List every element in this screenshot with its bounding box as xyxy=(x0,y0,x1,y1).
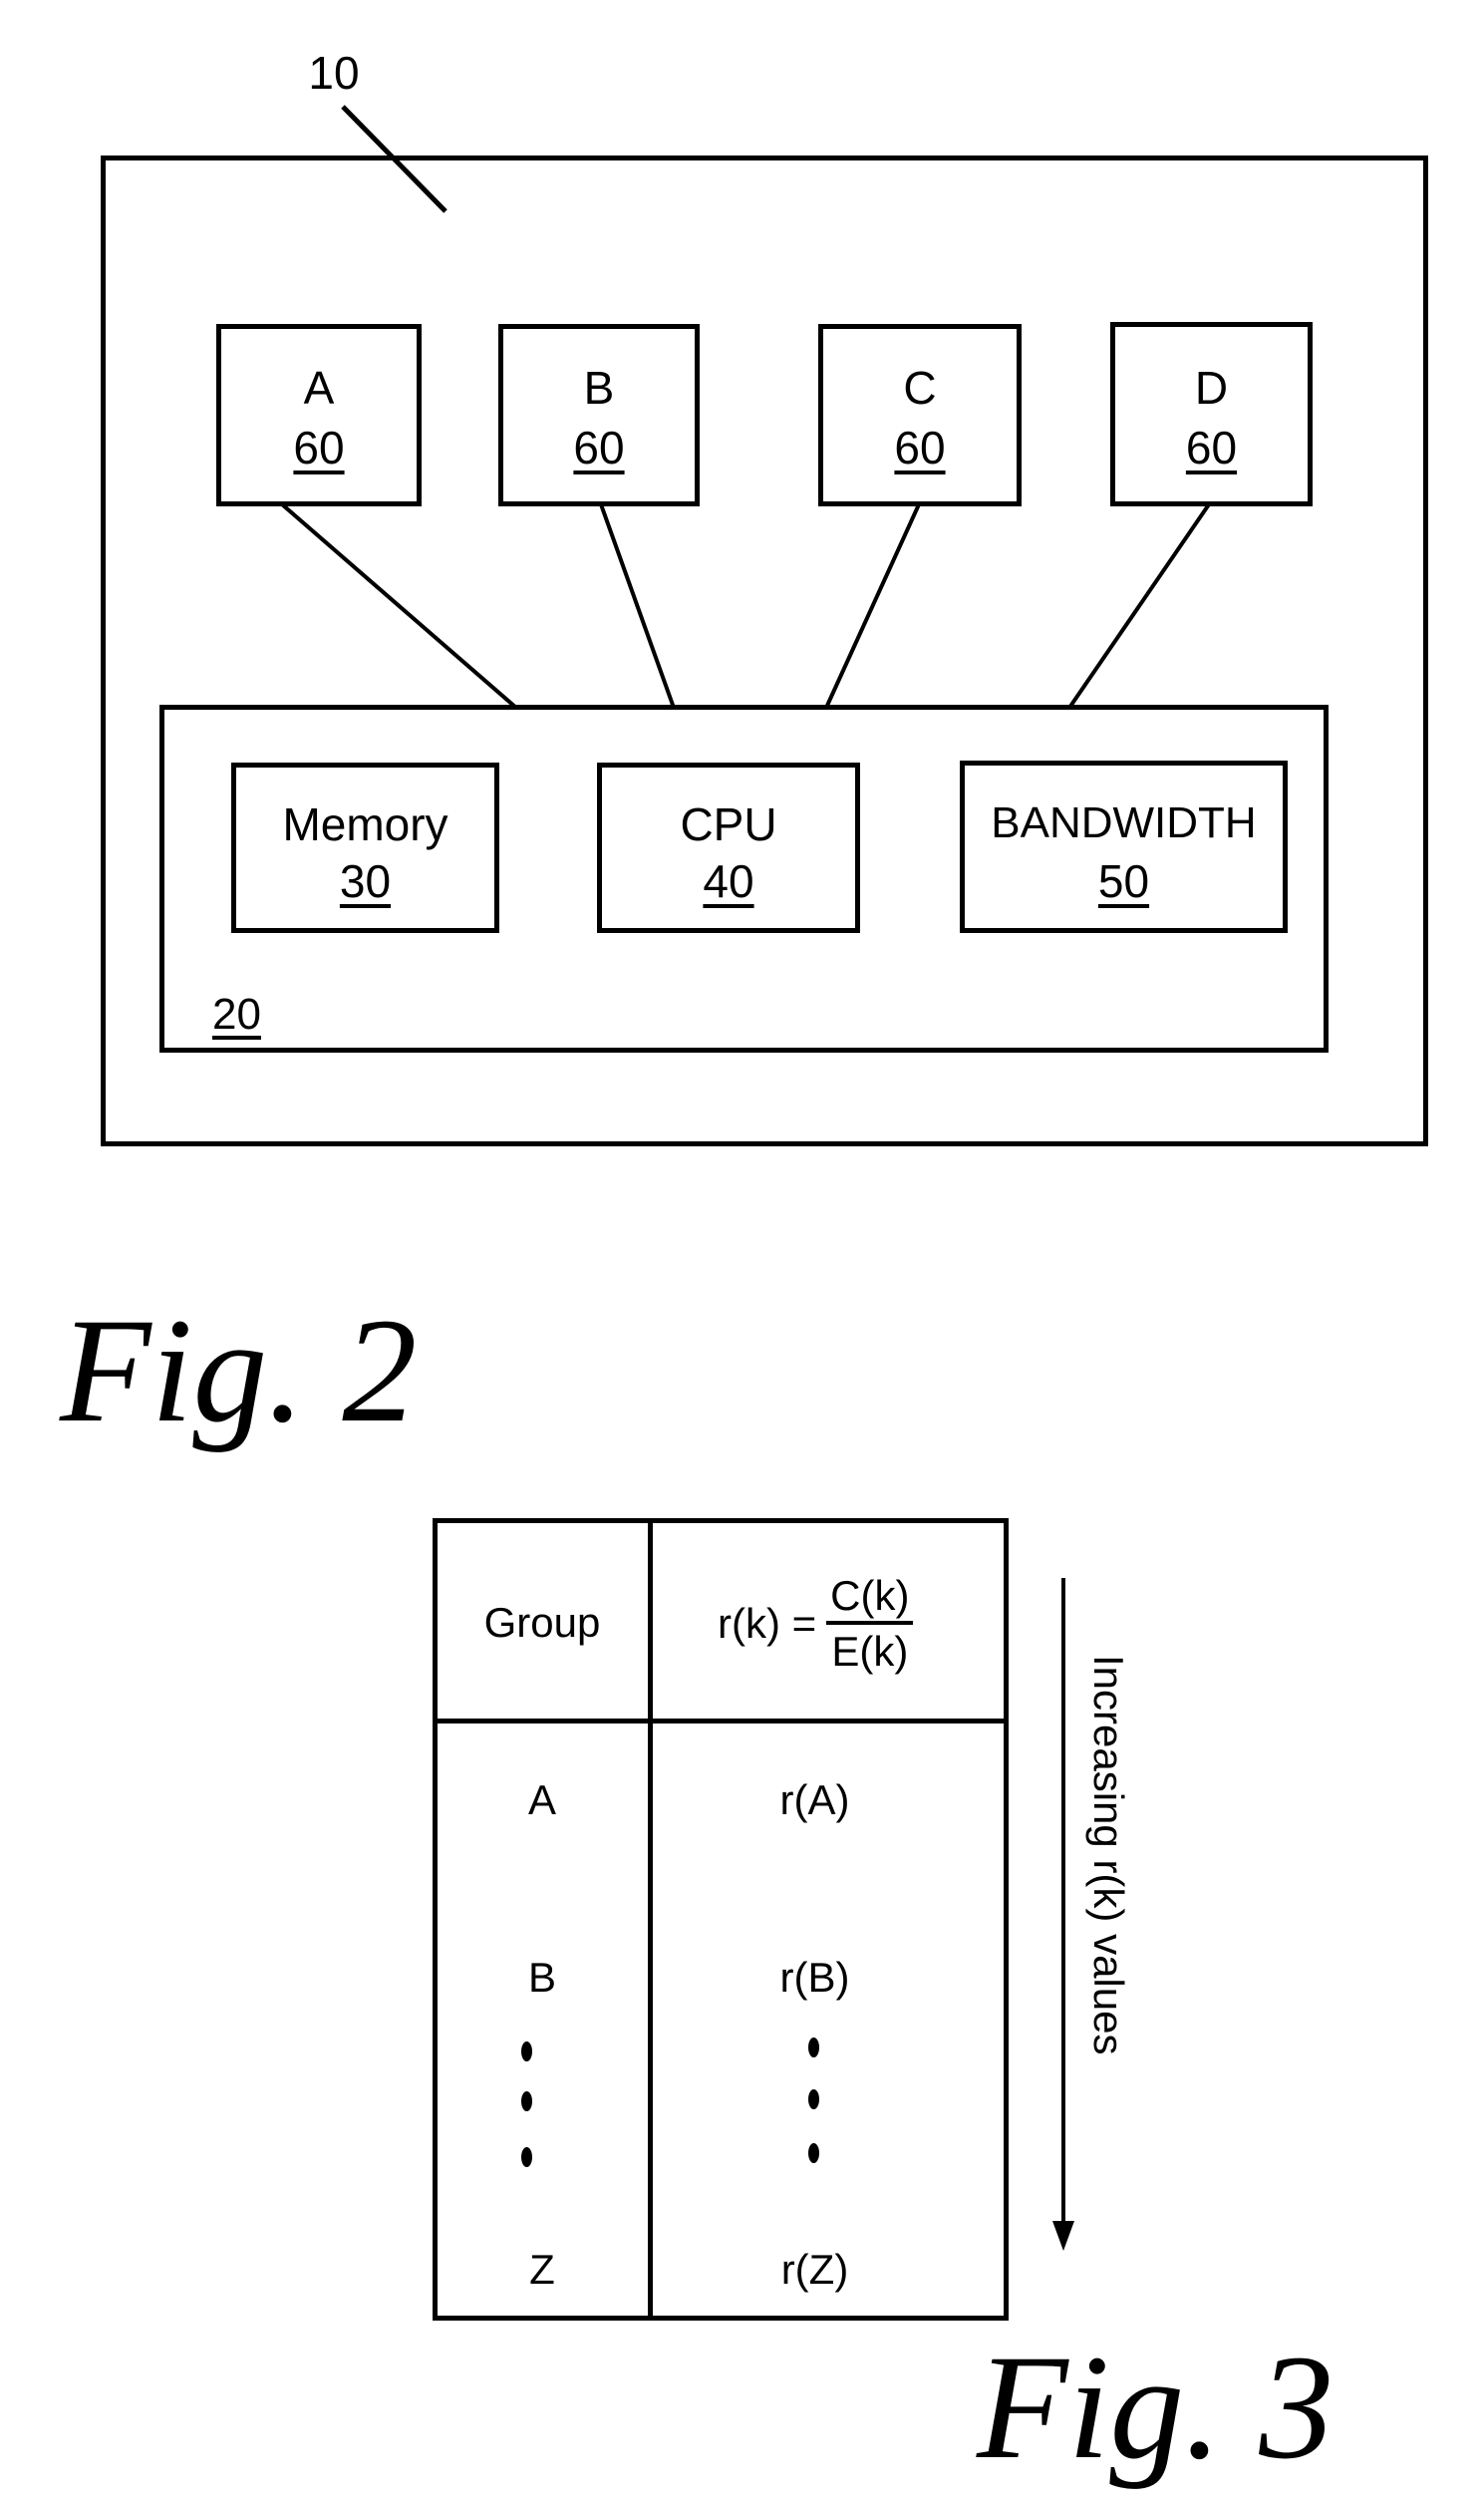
ellipsis-dot xyxy=(521,2147,532,2167)
group-label: C xyxy=(903,362,937,414)
table-row-group: Z xyxy=(529,2246,555,2293)
group-box-d: D 60 xyxy=(1110,322,1313,506)
group-box-b: B 60 xyxy=(498,324,700,506)
table-header-divider xyxy=(433,1719,1009,1724)
resource-box-memory: Memory 30 xyxy=(231,763,499,933)
group-box-a: A 60 xyxy=(216,324,422,506)
resource-ref: 40 xyxy=(703,855,754,907)
group-ref: 60 xyxy=(573,422,625,473)
group-label: B xyxy=(583,362,615,414)
table-row-value: r(B) xyxy=(779,1954,850,2001)
resource-label: CPU xyxy=(680,798,777,850)
table-row-group: A xyxy=(527,1776,556,1823)
group-label: D xyxy=(1194,362,1229,414)
table-row-group: B xyxy=(527,1954,556,2001)
formula-numerator: C(k) xyxy=(826,1575,914,1625)
resource-ref: 50 xyxy=(1097,855,1150,907)
arrow-label: Increasing r(k) values xyxy=(1085,1655,1132,2055)
resource-box-bandwidth: BANDWIDTH 50 xyxy=(960,761,1288,933)
group-ref: 60 xyxy=(894,422,946,473)
resource-ref: 30 xyxy=(339,855,392,907)
group-box-c: C 60 xyxy=(818,324,1022,506)
resource-label: Memory xyxy=(282,798,448,850)
resource-box-cpu: CPU 40 xyxy=(597,763,860,933)
ellipsis-dot xyxy=(808,2143,819,2163)
figure-3-caption: Fig. 3 xyxy=(977,2325,1335,2490)
group-label: A xyxy=(303,362,335,414)
group-ref: 60 xyxy=(1185,422,1238,473)
ellipsis-dot xyxy=(808,2038,819,2057)
ellipsis-dot xyxy=(521,2091,532,2111)
figure-2-caption: Fig. 2 xyxy=(60,1288,418,1453)
formula-lhs: r(k) = xyxy=(718,1600,817,1647)
arrow-head-icon xyxy=(1052,2221,1074,2251)
header-group: Group xyxy=(483,1599,601,1646)
table-row-value: r(A) xyxy=(779,1776,850,1823)
table-row-value: r(Z) xyxy=(780,2246,849,2293)
ellipsis-dot xyxy=(521,2041,532,2061)
ellipsis-dot xyxy=(808,2089,819,2109)
formula-denominator: E(k) xyxy=(831,1628,909,1675)
resource-label: BANDWIDTH xyxy=(991,798,1257,847)
resource-pool-ref: 20 xyxy=(212,990,261,1039)
group-ref: 60 xyxy=(293,422,345,473)
header-ratio-formula: r(k) = C(k) E(k) xyxy=(718,1575,914,1675)
